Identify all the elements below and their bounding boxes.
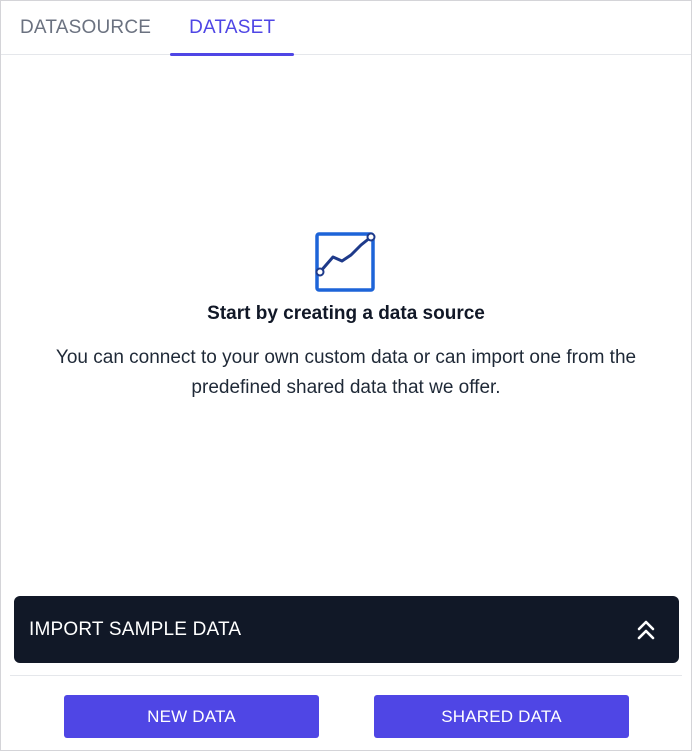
empty-state-title: Start by creating a data source [207, 303, 485, 324]
data-panel: DATASOURCE DATASET Start by creating a d… [0, 0, 692, 751]
empty-state-description: You can connect to your own custom data … [55, 347, 637, 398]
import-sample-data-label: IMPORT SAMPLE DATA [29, 618, 242, 640]
tab-datasource-label: DATASOURCE [20, 17, 152, 38]
double-chevron-up-icon[interactable] [635, 619, 657, 641]
tab-datasource[interactable]: DATASOURCE [1, 1, 170, 55]
import-sample-data-bar[interactable]: IMPORT SAMPLE DATA [14, 596, 679, 663]
tab-bar: DATASOURCE DATASET [1, 1, 691, 56]
tab-dataset-label: DATASET [189, 17, 276, 38]
line-chart-icon [315, 232, 376, 292]
empty-state: Start by creating a data source You can … [1, 231, 691, 403]
footer-divider [10, 675, 682, 676]
new-data-button[interactable]: NEW DATA [64, 695, 319, 738]
tab-dataset[interactable]: DATASET [170, 1, 295, 56]
shared-data-button[interactable]: SHARED DATA [374, 695, 629, 738]
